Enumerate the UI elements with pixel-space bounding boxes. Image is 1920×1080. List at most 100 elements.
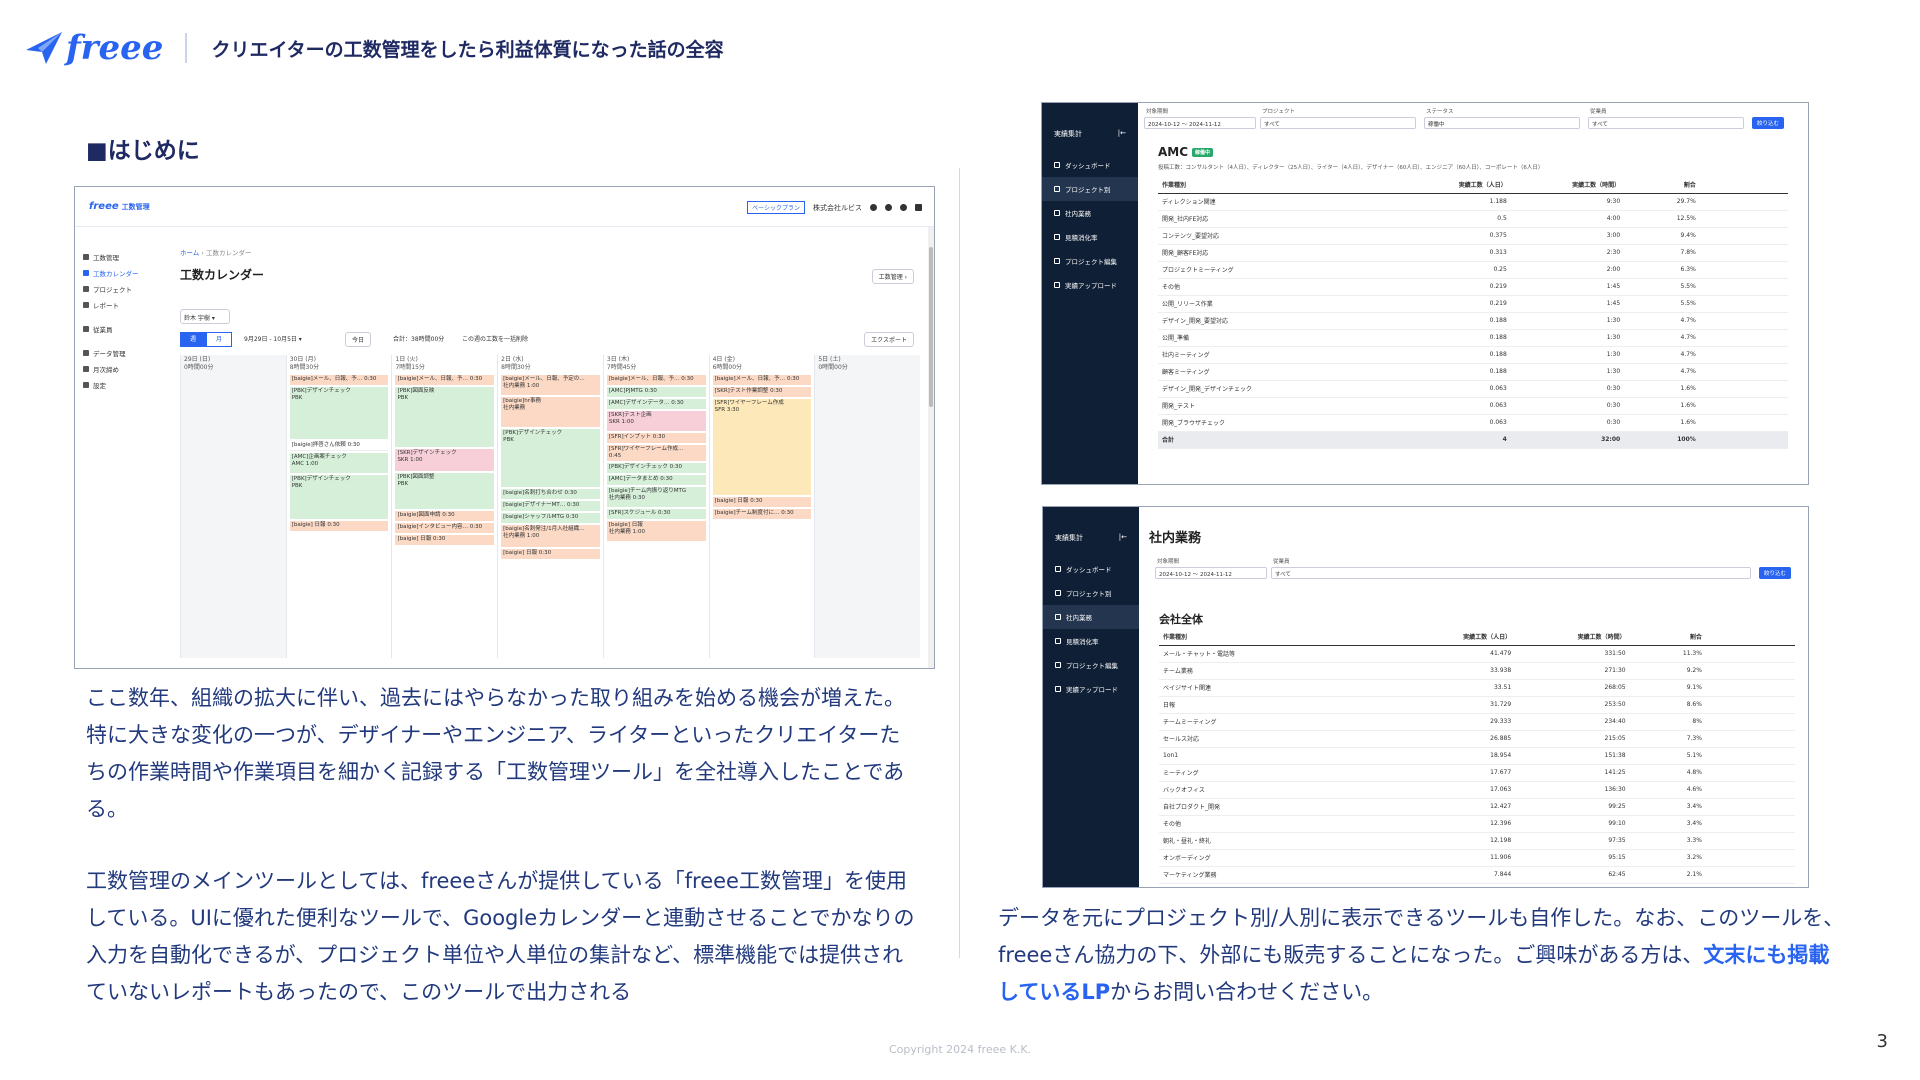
- event[interactable]: [baigie] 日報 0:30: [289, 521, 389, 531]
- event[interactable]: [PBK]デザインチェック PBK: [501, 429, 600, 487]
- event[interactable]: [baigie]拝啓さん依頼 0:30: [289, 441, 389, 451]
- collapse-icon[interactable]: |←: [1118, 129, 1126, 139]
- cal-sidebar-item-7[interactable]: 設定: [83, 377, 155, 393]
- event[interactable]: [baigie]メール、日報、予… 0:30: [395, 375, 495, 385]
- table-row: 開発_テスト 0.063 0:30 1.6%: [1158, 397, 1788, 415]
- day-col-3[interactable]: 2日 (水) 8時間30分 [baigie]メール、日報、予定の… 社内業務 1:0…: [497, 355, 603, 658]
- dash1-nav-item-5[interactable]: 実績アップロード: [1042, 273, 1138, 297]
- event[interactable]: [SKR]テスト企画 SKR 1:00: [606, 411, 706, 431]
- day-col-1[interactable]: 30日 (月) 8時間30分 [baigie]メール、日報、予… 0:30 [PB…: [285, 355, 392, 658]
- event[interactable]: [baigie] 日報 社内業務 1:00: [606, 521, 706, 541]
- bell-icon[interactable]: [885, 204, 892, 211]
- event[interactable]: [baigie]シャッフルMTG 0:30: [501, 513, 600, 523]
- employee-select[interactable]: すべて: [1271, 567, 1751, 579]
- dash2-nav-item-0[interactable]: ダッシュボード: [1043, 557, 1139, 581]
- col-header[interactable]: 割合: [1624, 177, 1700, 194]
- event[interactable]: [baigie]メール、日報、予定の… 社内業務 1:00: [501, 375, 600, 395]
- apps-grid-icon[interactable]: [915, 204, 922, 211]
- dash1-nav-item-2[interactable]: 社内業務: [1042, 201, 1138, 225]
- event[interactable]: [SFR]インプット 0:30: [606, 433, 706, 443]
- dash1-nav-item-4[interactable]: プロジェクト編集: [1042, 249, 1138, 273]
- event[interactable]: [baigie]図面申請 0:30: [395, 511, 495, 521]
- help-icon[interactable]: [900, 204, 907, 211]
- dash2-nav-item-3[interactable]: 見積消化率: [1043, 629, 1139, 653]
- event[interactable]: [PBK]デザインチェック PBK: [289, 475, 389, 519]
- event[interactable]: [baigie] 日報 0:30: [712, 497, 812, 507]
- event[interactable]: [baigie]メール、日報、予… 0:30: [606, 375, 706, 385]
- event[interactable]: [SFR]ワイヤーフレーム作成 SFR 3:30: [712, 399, 812, 495]
- event[interactable]: [baigie]チーム内振り返りMTG 社内業務 0:30: [606, 487, 706, 507]
- event[interactable]: [AMC]企画案チェック AMC 1:00: [289, 453, 389, 473]
- cal-sidebar-item-5[interactable]: データ管理: [83, 345, 155, 361]
- col-header[interactable]: 作業種別: [1159, 629, 1401, 646]
- cal-sidebar-item-2[interactable]: プロジェクト: [83, 281, 155, 297]
- day-col-2[interactable]: 1日 (火) 7時間15分 [baigie]メール、日報、予… 0:30 [PBK…: [391, 355, 498, 658]
- manage-button[interactable]: 工数管理 ›: [871, 269, 914, 284]
- event[interactable]: [baigie] 日報 0:30: [501, 549, 600, 559]
- cal-sidebar-item-1[interactable]: 工数カレンダー: [83, 265, 155, 281]
- day-col-0[interactable]: 29日 (日) 0時間00分: [180, 355, 286, 658]
- event[interactable]: [AMC]データまとめ 0:30: [606, 475, 706, 485]
- event[interactable]: [baigie]名刺発注/1月入社組織… 社内業務 1:00: [501, 525, 600, 547]
- export-button[interactable]: エクスポート: [864, 332, 914, 347]
- bulk-delete-link[interactable]: この週の工数を一括削除: [462, 334, 528, 343]
- event[interactable]: [baigie]名刺打ち合わせ 0:30: [501, 489, 600, 499]
- filter-button[interactable]: 絞り込む: [1759, 567, 1792, 579]
- today-button[interactable]: 今日: [345, 332, 372, 347]
- event[interactable]: [PBK]図面反映 PBK: [395, 387, 495, 447]
- collapse-icon[interactable]: |←: [1119, 533, 1127, 543]
- status-select[interactable]: 稼働中: [1424, 117, 1580, 129]
- event[interactable]: [SKR]デザインチェック SKR 1:00: [395, 449, 495, 471]
- event[interactable]: [PBK]図面調整 PBK: [395, 473, 495, 509]
- dash1-nav-item-1[interactable]: プロジェクト別: [1042, 177, 1138, 201]
- plan-badge[interactable]: ベーシックプラン: [747, 201, 805, 214]
- event[interactable]: [baigie]hr事務 社内業務: [501, 397, 600, 427]
- day-col-4[interactable]: 3日 (木) 7時間45分 [baigie]メール、日報、予… 0:30 [AMC…: [602, 355, 709, 658]
- user-select[interactable]: 鈴木 宇樹 ▾: [180, 309, 230, 324]
- event[interactable]: [PBK]デザインチェック PBK: [289, 387, 389, 439]
- event[interactable]: [AMC]デザインデータ… 0:30: [606, 399, 706, 409]
- view-month-button[interactable]: 月: [206, 332, 232, 347]
- breadcrumb-home[interactable]: ホーム: [180, 249, 199, 257]
- col-header[interactable]: 実績工数（時間）: [1515, 629, 1630, 646]
- dash2-nav-item-2[interactable]: 社内業務: [1043, 605, 1139, 629]
- day-col-5[interactable]: 4日 (金) 6時間00分 [baigie]メール、日報、予… 0:30 [SKR…: [708, 355, 815, 658]
- event[interactable]: [baigie]チーム制度付に… 0:30: [712, 509, 812, 519]
- event[interactable]: [baigie]デザイナーMT… 0:30: [501, 501, 600, 511]
- cal-sidebar-item-6[interactable]: 月次締め: [83, 361, 155, 377]
- employee-select[interactable]: すべて: [1588, 117, 1744, 129]
- period-range-input[interactable]: 2024-10-12 ～ 2024-11-12: [1144, 117, 1256, 129]
- date-range[interactable]: 9月29日 - 10月5日 ▾: [244, 334, 302, 343]
- view-week-button[interactable]: 週: [180, 332, 206, 347]
- event[interactable]: [baigie] 日報 0:30: [395, 535, 495, 545]
- day-col-6[interactable]: 5日 (土) 0時間00分: [814, 355, 921, 658]
- dash2-nav-item-4[interactable]: プロジェクト編集: [1043, 653, 1139, 677]
- table-cell: 0.375: [1397, 227, 1511, 245]
- cal-sidebar-item-3[interactable]: レポート: [83, 297, 155, 313]
- event[interactable]: [SFR]スケジュール 0:30: [606, 509, 706, 519]
- event[interactable]: [baigie]メール、日報、予… 0:30: [289, 375, 389, 385]
- col-header[interactable]: 実績工数（人日）: [1400, 629, 1516, 646]
- filter-button[interactable]: 絞り込む: [1752, 117, 1785, 129]
- cal-sidebar-item-0[interactable]: 工数管理: [83, 249, 155, 265]
- col-header[interactable]: 作業種別: [1158, 177, 1398, 194]
- period-range-input[interactable]: 2024-10-12 ～ 2024-11-12: [1155, 567, 1267, 579]
- project-select[interactable]: すべて: [1260, 117, 1416, 129]
- col-header[interactable]: 実績工数（時間）: [1510, 177, 1625, 194]
- event[interactable]: [AMC]PJMTG 0:30: [606, 387, 706, 397]
- event[interactable]: [SFR]ワイヤーフレーム作成… 0:45: [606, 445, 706, 461]
- dash2-nav-item-1[interactable]: プロジェクト別: [1043, 581, 1139, 605]
- cal-sidebar-item-4[interactable]: 従業員: [83, 321, 155, 337]
- user-icon[interactable]: [870, 204, 877, 211]
- dash2-nav-item-5[interactable]: 実績アップロード: [1043, 677, 1139, 701]
- col-header[interactable]: 実績工数（人日）: [1397, 177, 1511, 194]
- event[interactable]: [baigie]インタビュー内容… 0:30: [395, 523, 495, 533]
- company-name[interactable]: 株式会社ルビス: [813, 203, 862, 213]
- event[interactable]: [SKR]テスト作業調整 0:30: [712, 387, 812, 397]
- dash1-nav-item-3[interactable]: 見積消化率: [1042, 225, 1138, 249]
- event[interactable]: [baigie]メール、日報、予… 0:30: [712, 375, 812, 385]
- calendar-scrollbar[interactable]: [928, 227, 934, 668]
- col-header[interactable]: 割合: [1629, 629, 1706, 646]
- dash1-nav-item-0[interactable]: ダッシュボード: [1042, 153, 1138, 177]
- event[interactable]: [PBK]デザインチェック 0:30: [606, 463, 706, 473]
